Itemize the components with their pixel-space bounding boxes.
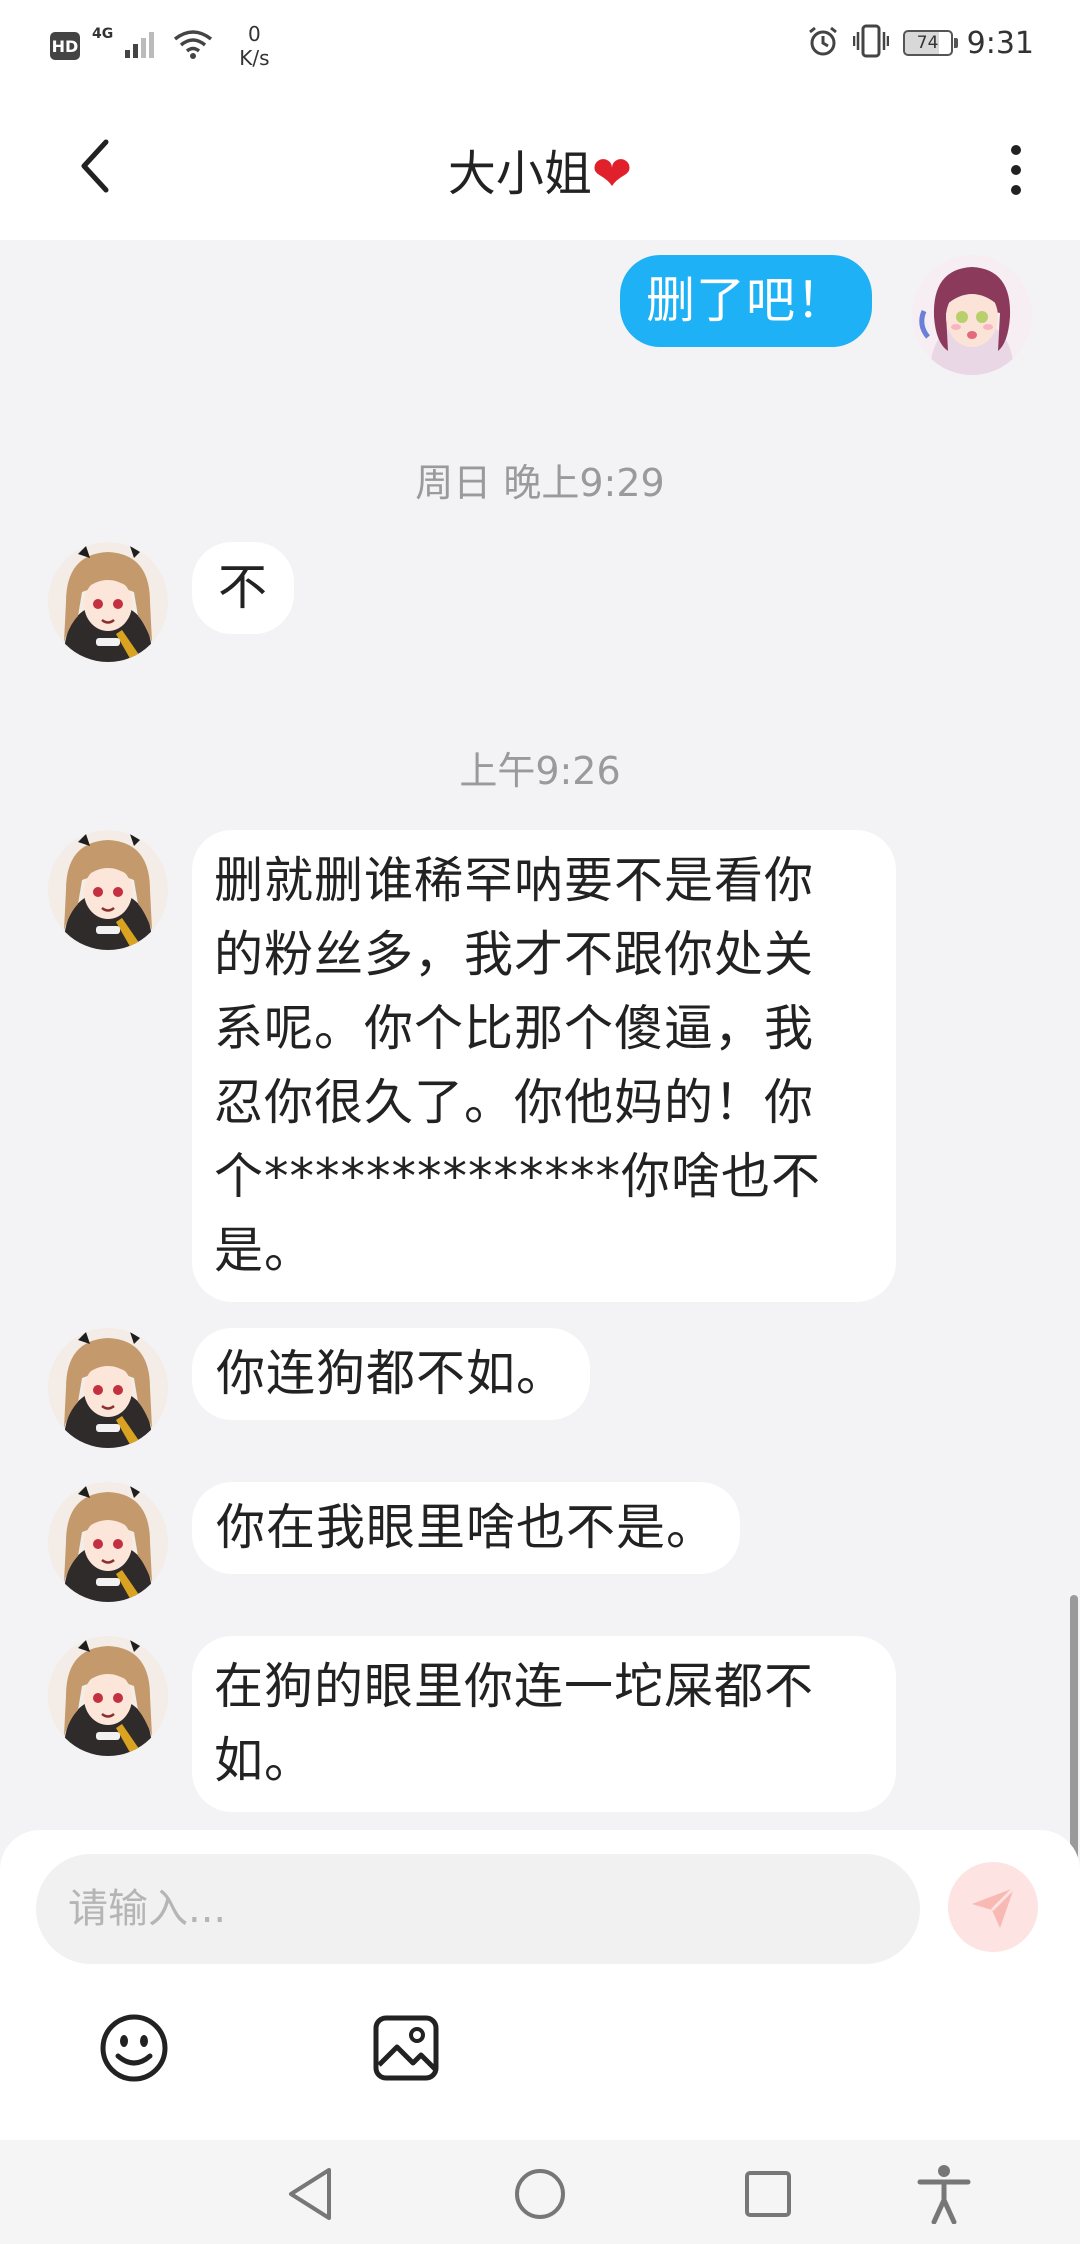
message-bubble-received[interactable]: 你连狗都不如。 bbox=[192, 1328, 591, 1420]
emoji-button[interactable] bbox=[94, 2008, 174, 2088]
battery-icon: 74 bbox=[902, 30, 958, 56]
message-line: 如。 bbox=[214, 1732, 315, 1789]
chat-header: 大小姐❤ bbox=[0, 96, 1080, 240]
message-text: 你连狗都不如。 bbox=[216, 1345, 567, 1402]
accessibility-button[interactable] bbox=[912, 2162, 976, 2226]
nav-recents-button[interactable] bbox=[736, 2162, 800, 2226]
contact-avatar[interactable] bbox=[48, 1636, 168, 1756]
heart-emoji: ❤ bbox=[591, 146, 633, 202]
net-speed-unit: K/s bbox=[239, 46, 270, 70]
battery-level: 74 bbox=[916, 33, 939, 53]
net-speed: 0 K/s bbox=[239, 22, 269, 70]
message-bubble-received[interactable]: 删就删谁稀罕呐要不是看你 的粉丝多，我才不跟你处关 系呢。你个比那个傻逼，我 忍… bbox=[192, 830, 896, 1302]
image-button[interactable] bbox=[366, 2008, 446, 2088]
network-type: 4G bbox=[92, 26, 114, 42]
page-title: 大小姐❤ bbox=[0, 134, 1080, 204]
nav-home-button[interactable] bbox=[508, 2162, 572, 2226]
message-line: 在狗的眼里你连一坨屎都不 bbox=[214, 1658, 815, 1715]
message-line: 是。 bbox=[214, 1222, 315, 1279]
contact-avatar[interactable] bbox=[48, 1482, 168, 1602]
message-text: 不 bbox=[218, 559, 269, 616]
nav-back-icon bbox=[289, 2168, 331, 2220]
message-list[interactable]: 删了吧！ 周日 晚上9:29 不 上午9:26 删就删谁稀罕呐要不是看你 的粉丝… bbox=[0, 240, 1080, 1995]
message-text: 你在我眼里啥也不是。 bbox=[216, 1499, 717, 1556]
message-line: 删就删谁稀罕呐要不是看你 bbox=[214, 852, 815, 909]
alarm-icon bbox=[807, 25, 839, 61]
contact-avatar[interactable] bbox=[48, 830, 168, 950]
message-line: 的粉丝多，我才不跟你处关 bbox=[214, 926, 815, 983]
message-text: 删了吧！ bbox=[646, 272, 847, 329]
system-nav-bar bbox=[0, 2140, 1080, 2244]
contact-avatar[interactable] bbox=[48, 1328, 168, 1448]
more-vertical-icon bbox=[1011, 145, 1021, 155]
message-timestamp: 周日 晚上9:29 bbox=[415, 461, 665, 505]
vibrate-icon bbox=[852, 24, 889, 62]
status-bar: HD 4G 0 K/s 74 9:31 bbox=[0, 0, 1080, 96]
image-icon bbox=[373, 2015, 439, 2081]
send-button[interactable] bbox=[948, 1862, 1038, 1952]
message-bubble-sent[interactable]: 删了吧！ bbox=[620, 255, 873, 347]
contact-name: 大小姐 bbox=[447, 146, 592, 202]
message-bubble-received[interactable]: 你在我眼里啥也不是。 bbox=[192, 1482, 741, 1574]
message-line: 系呢。你个比那个傻逼，我 bbox=[214, 1000, 815, 1057]
net-speed-value: 0 bbox=[248, 22, 261, 46]
status-right: 74 9:31 bbox=[807, 24, 1034, 62]
status-left: HD 4G 0 K/s bbox=[50, 22, 270, 70]
more-options-button[interactable] bbox=[996, 140, 1036, 200]
nav-back-button[interactable] bbox=[278, 2162, 342, 2226]
status-time: 9:31 bbox=[966, 25, 1034, 61]
nav-home-icon bbox=[515, 2169, 565, 2219]
message-bubble-received[interactable]: 不 bbox=[192, 542, 295, 634]
emoji-icon bbox=[100, 2014, 168, 2082]
message-bubble-received[interactable]: 在狗的眼里你连一坨屎都不 如。 bbox=[192, 1636, 896, 1812]
composer bbox=[0, 1830, 1080, 2140]
message-line: 个**************你啥也不 bbox=[214, 1148, 822, 1205]
message-input[interactable] bbox=[66, 1885, 920, 1933]
send-icon bbox=[972, 1886, 1016, 1928]
hd-badge: HD bbox=[50, 32, 80, 60]
wifi-icon bbox=[173, 29, 213, 63]
nav-recents-icon bbox=[745, 2171, 791, 2217]
message-input-wrapper[interactable] bbox=[36, 1854, 920, 1964]
message-line: 忍你很久了。你他妈的！你 bbox=[214, 1074, 815, 1131]
accessibility-icon bbox=[917, 2165, 971, 2224]
my-avatar[interactable] bbox=[912, 255, 1032, 375]
contact-avatar[interactable] bbox=[48, 542, 168, 662]
signal-icon bbox=[125, 30, 161, 62]
message-timestamp: 上午9:26 bbox=[459, 749, 621, 793]
